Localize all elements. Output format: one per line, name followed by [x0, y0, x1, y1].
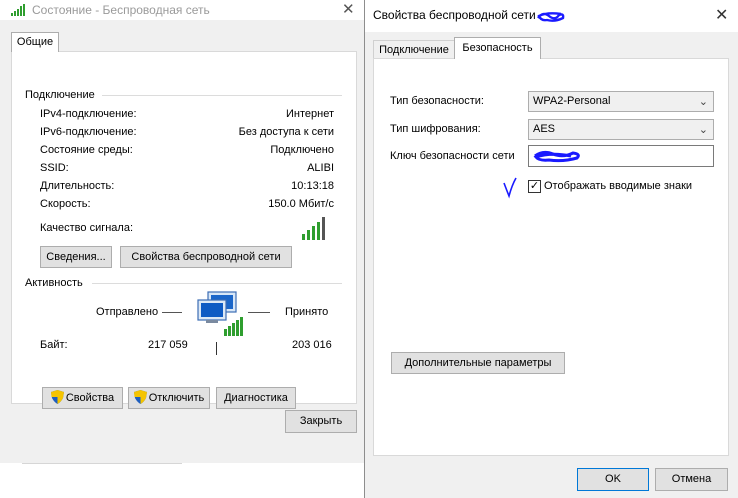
security-key-label: Ключ безопасности сети [390, 150, 515, 162]
details-button[interactable]: Сведения... [40, 246, 112, 268]
advanced-settings-button[interactable]: Дополнительные параметры [391, 352, 565, 374]
security-key-input[interactable] [528, 145, 714, 167]
props-window-title: Свойства беспроводной сети [373, 8, 536, 22]
status-panel: Подключение IPv4-подключение: Интернет I… [11, 51, 357, 409]
received-label: Принято [285, 306, 329, 318]
properties-button-label: Свойства [65, 392, 115, 404]
received-line [248, 312, 270, 313]
status-window: Состояние - Беспроводная сеть ✕ Общие По… [0, 0, 364, 498]
signal-quality-label: Качество сигнала: [40, 222, 134, 234]
background-window-strip [0, 463, 364, 498]
duration-value: 10:13:18 [291, 180, 334, 192]
bytes-label: Байт: [40, 339, 68, 351]
check-mark-annotation [502, 177, 518, 199]
wifi-signal-icon [10, 3, 26, 17]
sent-label: Отправлено [96, 306, 159, 318]
redaction-scribble [533, 150, 580, 163]
activity-divider [92, 283, 342, 284]
props-close-icon[interactable]: ✕ [715, 5, 728, 25]
bytes-sent-value: 217 059 [148, 339, 188, 351]
encryption-type-label: Тип шифрования: [390, 123, 481, 135]
status-titlebar: Состояние - Беспроводная сеть ✕ [0, 0, 364, 20]
status-window-title: Состояние - Беспроводная сеть [32, 3, 210, 17]
status-frame: Общие Подключение IPv4-подключение: Инте… [0, 20, 364, 463]
wireless-properties-window: Свойства беспроводной сети ✕ Подключение… [364, 0, 738, 498]
encryption-type-value: AES [533, 123, 556, 135]
activity-heading: Активность [25, 277, 83, 289]
speed-value: 150.0 Мбит/с [268, 198, 334, 210]
signal-bars-icon [302, 216, 332, 240]
cancel-button[interactable]: Отмена [655, 468, 728, 491]
media-state-label: Состояние среды: [40, 144, 133, 156]
security-panel: Тип безопасности: WPA2-Personal ⌄ Тип ши… [373, 58, 729, 456]
ipv6-label: IPv6-подключение: [40, 126, 137, 138]
properties-button[interactable]: Свойства [42, 387, 123, 409]
tab-security[interactable]: Безопасность [454, 37, 541, 59]
show-characters-checkbox[interactable]: ✓ [528, 180, 541, 193]
close-button[interactable]: Закрыть [285, 410, 357, 433]
ipv6-value: Без доступа к сети [238, 126, 334, 138]
ssid-value: ALIBI [307, 162, 334, 174]
disable-button[interactable]: Отключить [128, 387, 210, 409]
bytes-received-value: 203 016 [292, 339, 332, 351]
diagnostics-button[interactable]: Диагностика [216, 387, 296, 409]
ok-button[interactable]: OK [577, 468, 649, 491]
strip-divider [22, 463, 182, 464]
activity-separator [216, 342, 217, 355]
shield-icon [50, 390, 64, 404]
security-type-value: WPA2-Personal [533, 95, 611, 107]
security-type-label: Тип безопасности: [390, 95, 484, 107]
duration-label: Длительность: [40, 180, 115, 192]
redaction-scribble [537, 10, 565, 22]
ipv4-label: IPv4-подключение: [40, 108, 137, 120]
security-type-select[interactable]: WPA2-Personal ⌄ [528, 91, 714, 112]
status-close-icon[interactable]: ✕ [342, 0, 355, 18]
wireless-properties-button[interactable]: Свойства беспроводной сети [120, 246, 292, 268]
props-titlebar: Свойства беспроводной сети ✕ [365, 0, 738, 32]
shield-icon [133, 390, 147, 404]
tab-connection[interactable]: Подключение [373, 40, 455, 59]
network-computers-icon [194, 290, 244, 338]
tab-general[interactable]: Общие [11, 32, 59, 52]
speed-label: Скорость: [40, 198, 91, 210]
media-state-value: Подключено [270, 144, 334, 156]
ssid-label: SSID: [40, 162, 69, 174]
chevron-down-icon: ⌄ [698, 96, 708, 108]
sent-line [162, 312, 182, 313]
connection-divider [102, 95, 342, 96]
disable-button-label: Отключить [148, 392, 205, 404]
connection-heading: Подключение [25, 89, 95, 101]
ipv4-value: Интернет [286, 108, 334, 120]
chevron-down-icon: ⌄ [698, 124, 708, 136]
encryption-type-select[interactable]: AES ⌄ [528, 119, 714, 140]
show-characters-label: Отображать вводимые знаки [544, 180, 693, 192]
